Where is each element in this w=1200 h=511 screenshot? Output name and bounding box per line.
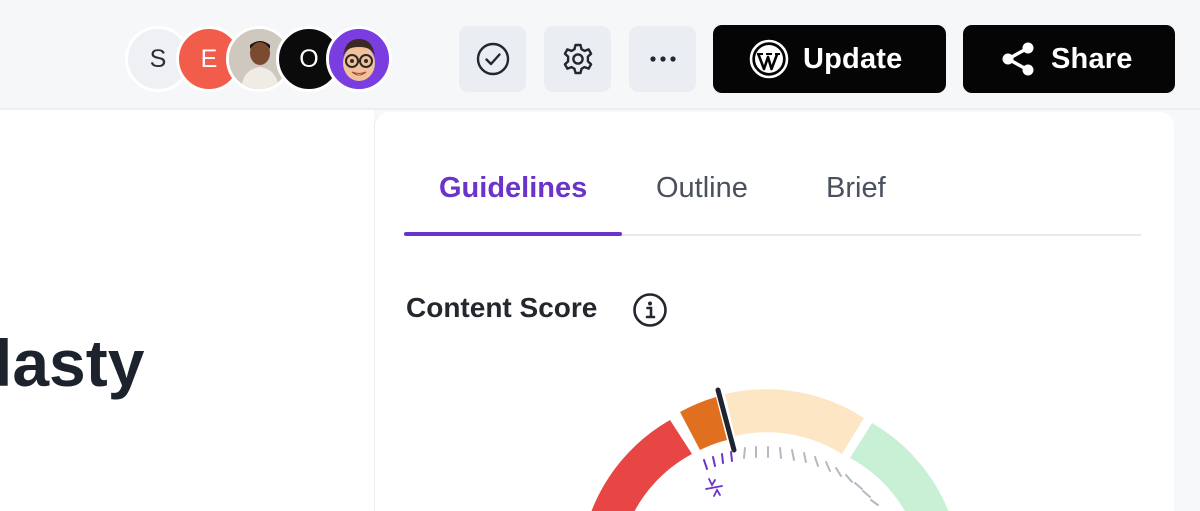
editor-canvas[interactable] bbox=[0, 110, 374, 511]
avatar-memoji[interactable] bbox=[326, 26, 392, 92]
share-label: Share bbox=[1051, 42, 1133, 75]
avatar-initial: O bbox=[299, 44, 319, 73]
target-range-icon bbox=[705, 478, 723, 497]
active-tab-indicator bbox=[404, 232, 622, 236]
update-label: Update bbox=[803, 42, 903, 75]
share-button[interactable]: Share bbox=[963, 25, 1175, 93]
tab-guidelines[interactable]: Guidelines bbox=[439, 172, 587, 205]
check-circle-icon bbox=[476, 42, 509, 76]
gauge-target-ticks bbox=[703, 451, 733, 470]
gauge-segment-green bbox=[850, 423, 949, 511]
avatar-initial: E bbox=[200, 44, 218, 73]
document-title[interactable]: lasty bbox=[0, 330, 144, 396]
wordpress-icon bbox=[749, 39, 789, 79]
more-options-button[interactable] bbox=[629, 26, 696, 92]
info-icon[interactable] bbox=[632, 292, 668, 328]
content-score-title: Content Score bbox=[406, 292, 598, 323]
gear-icon bbox=[563, 43, 592, 75]
tab-brief[interactable]: Brief bbox=[826, 172, 886, 205]
gauge-segment-red bbox=[591, 420, 692, 511]
avatar-initial: S bbox=[149, 44, 167, 73]
gauge-segment-peach bbox=[725, 389, 864, 454]
memoji-avatar-icon bbox=[329, 29, 389, 89]
tab-outline[interactable]: Outline bbox=[656, 172, 748, 205]
content-score-gauge bbox=[591, 387, 949, 511]
update-button[interactable]: Update bbox=[713, 25, 946, 93]
share-icon bbox=[1002, 42, 1034, 76]
mark-complete-button[interactable] bbox=[459, 26, 526, 92]
more-icon bbox=[649, 56, 676, 62]
settings-button[interactable] bbox=[544, 26, 611, 92]
